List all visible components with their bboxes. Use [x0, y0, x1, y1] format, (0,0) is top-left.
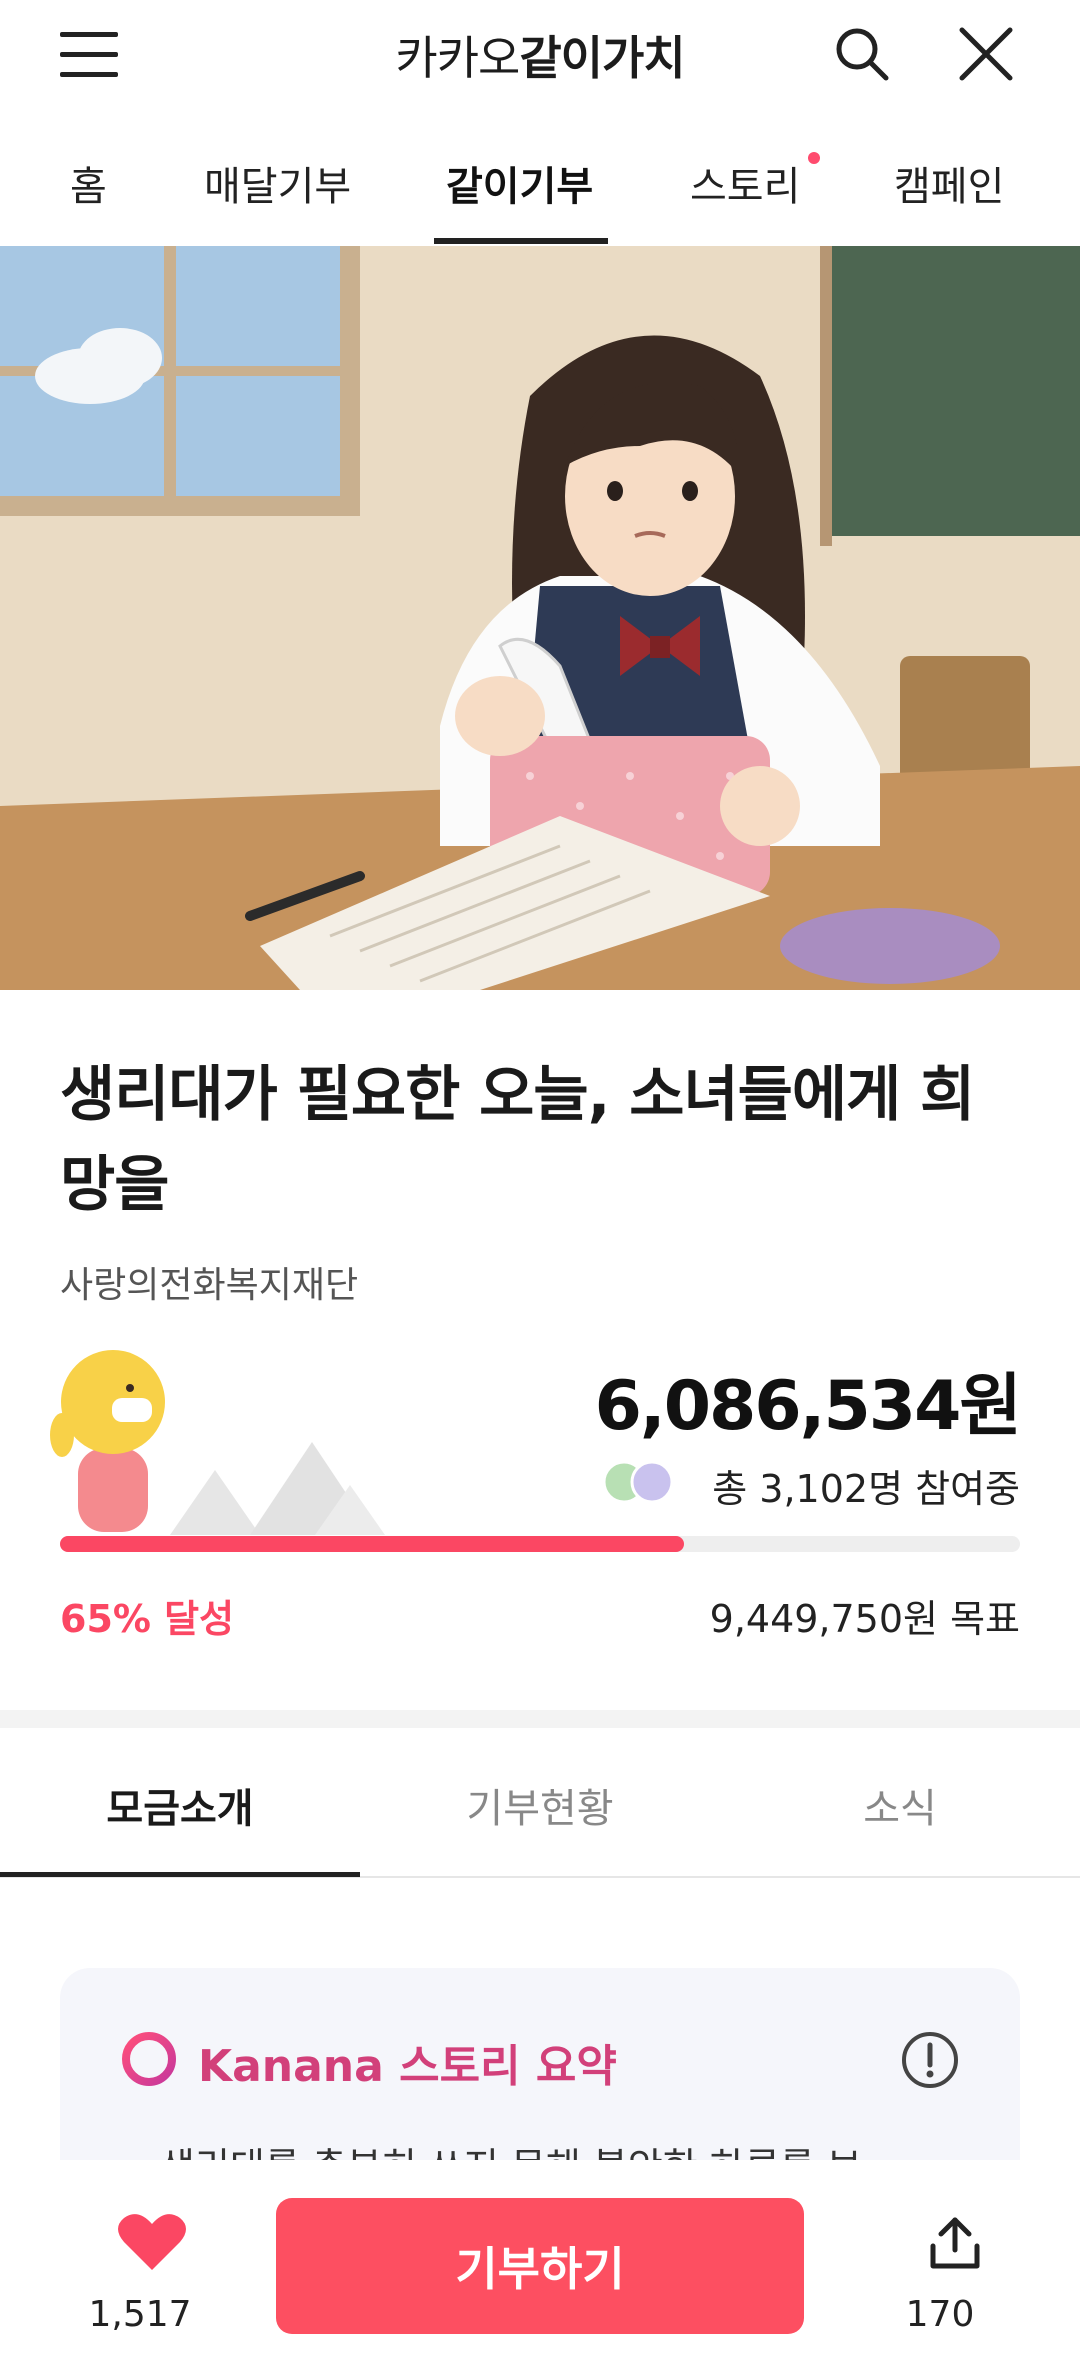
mascot-illustration — [50, 1350, 400, 1550]
brand-part-1: 카카오 — [395, 31, 520, 85]
brand-part-2: 같이가치 — [519, 31, 685, 85]
share-count: 170 — [905, 2294, 975, 2335]
donate-button[interactable]: 기부하기 — [276, 2198, 804, 2334]
goal-amount: 9,449,750원 목표 — [709, 1597, 1020, 1641]
like-button[interactable]: 1,517 — [80, 2210, 200, 2350]
amount-raised: 6,086,534원 — [594, 1367, 1022, 1446]
close-icon[interactable] — [956, 24, 1016, 84]
search-icon[interactable] — [832, 24, 892, 84]
tab-donation-status[interactable]: 기부현황 — [360, 1776, 720, 1834]
nav-active-indicator — [434, 238, 608, 244]
story-summary-title: Kanana 스토리 요약 — [198, 2041, 617, 2092]
section-tabs: 모금소개 기부현황 소식 — [0, 1728, 1080, 1878]
section-divider — [0, 1710, 1080, 1728]
tab-intro[interactable]: 모금소개 — [0, 1776, 360, 1834]
app-header: 카카오같이가치 — [0, 0, 1080, 108]
share-button[interactable]: 170 — [880, 2212, 1000, 2352]
brand-logo: 카카오같이가치 — [0, 22, 1080, 88]
progress-bar — [60, 1536, 1020, 1552]
share-icon — [930, 2217, 980, 2269]
bottom-action-bar: 1,517 기부하기 170 — [0, 2160, 1080, 2366]
progress-percent: 65% 달성 — [60, 1597, 235, 1641]
tab-news[interactable]: 소식 — [720, 1776, 1080, 1834]
like-count: 1,517 — [88, 2294, 192, 2335]
progress-bar-fill — [60, 1536, 684, 1552]
heart-icon — [118, 2214, 186, 2270]
nav-tab-home[interactable]: 홈 — [70, 154, 107, 212]
nav-tab-campaign[interactable]: 캠페인 — [894, 154, 1004, 212]
organization-name: 사랑의전화복지재단 — [60, 1265, 359, 1306]
nav-tab-monthly[interactable]: 매달기부 — [204, 154, 351, 212]
campaign-title: 생리대가 필요한 오늘, 소녀들에게 희망을 — [60, 1060, 975, 1220]
campaign-hero-image — [0, 246, 1080, 990]
main-nav: 홈 매달기부 같이기부 스토리 캠페인 — [0, 140, 1080, 248]
nav-tab-story[interactable]: 스토리 — [690, 154, 800, 212]
nav-tab-together[interactable]: 같이기부 — [446, 154, 593, 212]
participant-count: 총 3,102명 참여중 — [712, 1467, 1020, 1511]
kanana-logo-icon — [120, 2030, 178, 2088]
info-icon[interactable] — [900, 2030, 960, 2090]
participant-avatars — [600, 1458, 680, 1506]
section-tab-indicator — [0, 1872, 360, 1877]
new-badge-dot — [808, 152, 820, 164]
